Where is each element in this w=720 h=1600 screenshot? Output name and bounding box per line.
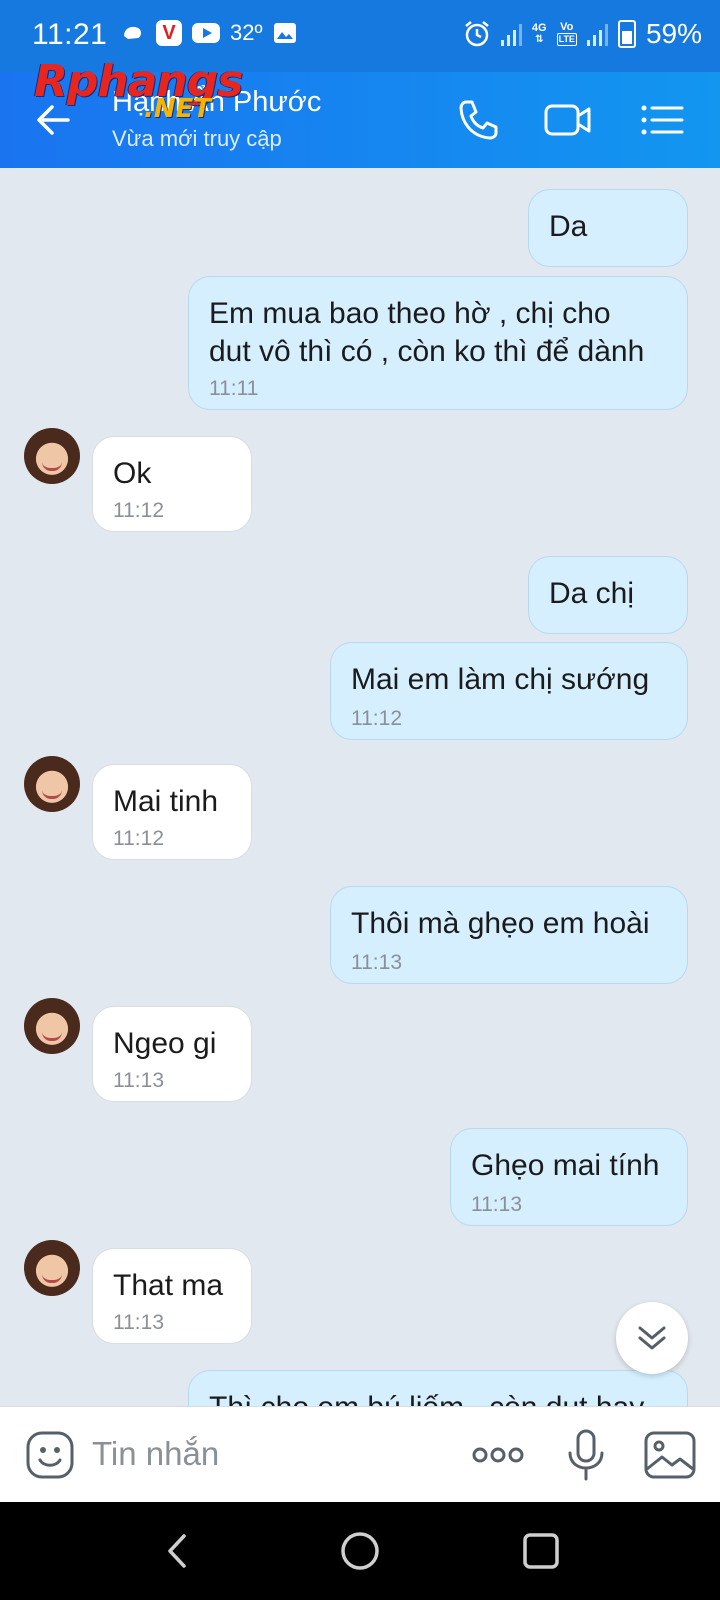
temperature-text: 32º [230, 20, 263, 45]
menu-list-icon[interactable] [636, 94, 688, 146]
network-indicator: 4G ⇅ [531, 22, 547, 46]
microphone-icon[interactable] [558, 1427, 614, 1483]
nav-recents-icon[interactable] [518, 1528, 564, 1574]
message-bubble-sent[interactable]: Da [528, 189, 688, 267]
status-bar: 11:21 V 32º 4G ⇅ Vo LTE 59% [0, 0, 720, 72]
message-list[interactable]: Da Em mua bao theo hờ , chị cho dut vô t… [0, 168, 720, 1406]
image-icon [273, 23, 296, 43]
signal-icon-2 [586, 22, 608, 46]
scroll-to-bottom-button[interactable] [616, 1302, 688, 1374]
v-app-icon: V [156, 20, 182, 46]
contact-name[interactable]: Hạnh Ẩn Phước [112, 86, 321, 119]
contact-status: Vừa mới truy cập [112, 126, 282, 151]
double-chevron-down-icon [638, 1326, 666, 1350]
message-bubble-sent[interactable]: Em mua bao theo hờ , chị cho dut vô thì … [188, 276, 688, 410]
message-bubble-received[interactable]: Ngeo gi 11:13 [92, 1006, 252, 1102]
message-input-bar: Tin nhắn [0, 1406, 720, 1503]
avatar[interactable] [24, 998, 80, 1054]
status-system-icons: 4G ⇅ Vo LTE 59% [463, 18, 702, 50]
status-notification-icons: V 32º [120, 20, 297, 46]
nav-home-icon[interactable] [337, 1528, 383, 1574]
message-bubble-sent[interactable]: Mai em làm chị sướng 11:12 [330, 642, 688, 740]
more-options-icon[interactable] [470, 1427, 526, 1483]
message-bubble-sent[interactable]: Ghẹo mai tính 11:13 [450, 1128, 688, 1226]
chat-header: Hạnh Ẩn Phước Vừa mới truy cập [0, 72, 720, 168]
message-bubble-sent[interactable]: Thôi mà ghẹo em hoài 11:13 [330, 886, 688, 984]
battery-percent: 59% [645, 18, 702, 49]
message-bubble-sent[interactable]: Thì cho em bú liếm , còn dut hay [188, 1370, 688, 1406]
message-bubble-sent[interactable]: Da chị [528, 556, 688, 634]
status-time: 11:21 [32, 18, 108, 51]
notification-dot-icon [124, 26, 141, 39]
message-bubble-received[interactable]: Mai tinh 11:12 [92, 764, 252, 860]
system-navigation-bar [0, 1502, 720, 1600]
avatar[interactable] [24, 1240, 80, 1296]
message-bubble-received[interactable]: That ma 11:13 [92, 1248, 252, 1344]
signal-icon [500, 22, 522, 46]
emoji-icon[interactable] [22, 1427, 78, 1483]
alarm-icon [465, 21, 489, 47]
message-input[interactable]: Tin nhắn [92, 1435, 219, 1473]
video-call-icon[interactable] [542, 94, 594, 146]
volte-indicator: Vo LTE [556, 21, 577, 46]
avatar[interactable] [24, 756, 80, 812]
avatar[interactable] [24, 428, 80, 484]
phone-icon[interactable] [452, 94, 504, 146]
image-picker-icon[interactable] [642, 1427, 698, 1483]
battery-icon [617, 20, 636, 48]
message-bubble-received[interactable]: Ok 11:12 [92, 436, 252, 532]
back-arrow-icon[interactable] [28, 94, 80, 146]
nav-back-icon[interactable] [156, 1528, 202, 1574]
youtube-icon [192, 23, 220, 43]
